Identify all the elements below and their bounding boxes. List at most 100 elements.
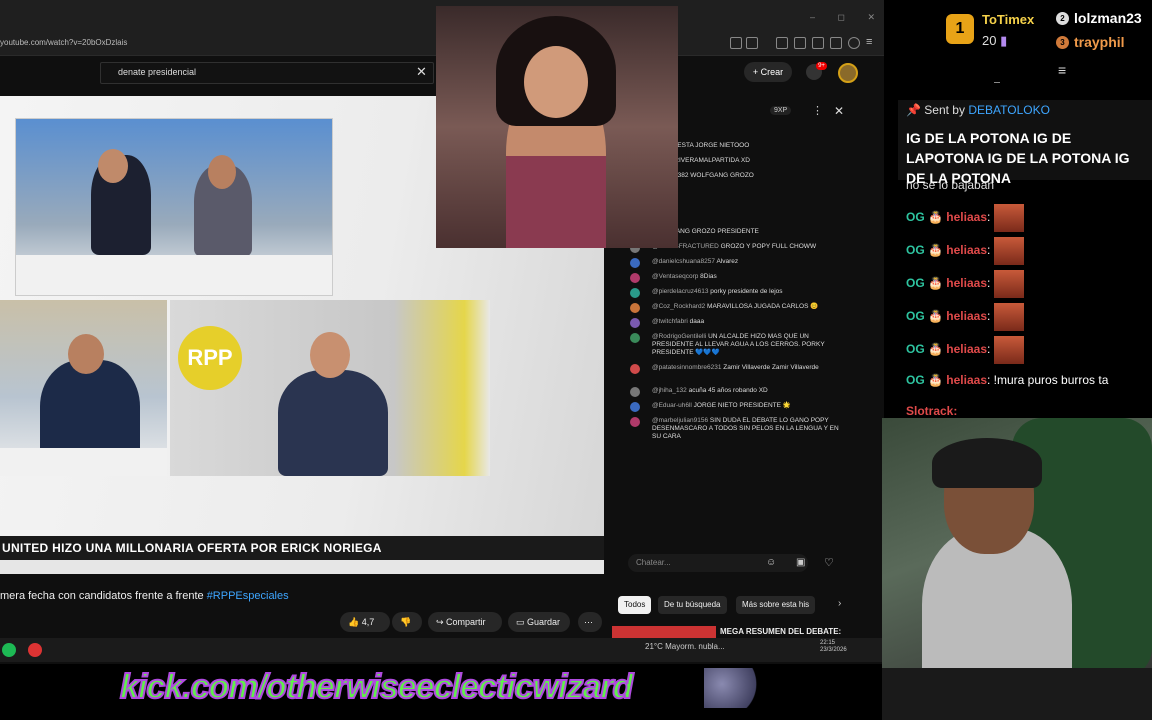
chat-text: MARAVILLOSA JUGADA CARLOS 😊 <box>707 303 819 310</box>
chat-input[interactable]: Chatear... <box>628 554 808 572</box>
weather-widget[interactable]: 21°C Mayorm. nubla... <box>645 642 725 651</box>
chevron-right-icon[interactable]: › <box>838 598 841 609</box>
chat-message: DONDE ESTA JORGE NIETOOO <box>652 142 848 150</box>
wizard-icon <box>704 668 764 708</box>
emote-image <box>993 237 1024 265</box>
collections-icon[interactable] <box>812 37 824 49</box>
extension-icon[interactable] <box>730 37 742 49</box>
facecam-overlay-bottom <box>882 418 1152 720</box>
chat-username: @RodrigoGentilelli <box>652 333 707 340</box>
related-thumbnail[interactable] <box>612 626 716 638</box>
chat-avatar[interactable] <box>630 258 640 268</box>
ticker-strip <box>0 560 604 574</box>
create-button[interactable]: + Crear <box>744 62 792 82</box>
chat-text: 8Dias <box>700 273 717 280</box>
top-gifter-count: 20 ▮ <box>982 33 1008 48</box>
video-panel-presenters <box>15 118 333 296</box>
og-badge-icon: OG <box>906 342 929 357</box>
chat-options-icon[interactable]: ⋮ <box>812 104 823 117</box>
heart-icon[interactable]: ♡ <box>824 556 834 569</box>
gifter-2-name: lolzman23 <box>1074 10 1142 26</box>
kick-username: heliaas <box>946 309 987 324</box>
chat-username: @twitchfabri <box>652 318 688 325</box>
search-query[interactable]: denate presidencial <box>118 67 196 77</box>
chat-username: @Ventaseqcorp <box>652 273 699 280</box>
cake-icon: 🎂 <box>928 373 947 387</box>
chat-text: acuña 45 años robando XD <box>688 387 768 394</box>
clock-date: 23/3/2026 <box>820 647 847 653</box>
gxp-badge: 9XP <box>770 106 792 115</box>
chat-close-icon[interactable]: ✕ <box>834 104 844 118</box>
hashtag-link[interactable]: #RPPEspeciales <box>207 590 289 602</box>
emote-image <box>993 270 1024 298</box>
extension-icon[interactable] <box>830 37 842 49</box>
chat-avatar[interactable] <box>630 333 640 343</box>
kick-username: heliaas <box>946 373 987 387</box>
gift-icon: ▮ <box>1000 33 1008 48</box>
emote-image <box>993 204 1024 232</box>
chat-message: @marbeljulian9156 SIN DUDA EL DEBATE LO … <box>652 417 848 441</box>
chat-avatar[interactable] <box>630 318 640 328</box>
clear-search-icon[interactable]: ✕ <box>416 64 427 80</box>
shield-icon[interactable] <box>848 37 860 49</box>
chat-avatar[interactable] <box>630 303 640 313</box>
extension-icon[interactable] <box>746 37 758 49</box>
kick-username: heliaas <box>946 210 987 225</box>
save-button[interactable]: ▭ Guardar <box>508 612 570 632</box>
chat-message: @twitchfabri daaa <box>652 318 848 326</box>
chrome-icon[interactable] <box>28 643 42 657</box>
chat-message: @Eduar-uh6ll JORGE NIETO PRESIDENTE 🌟 <box>652 402 848 410</box>
share-button[interactable]: ↪ Compartir <box>428 612 502 632</box>
filter-icon[interactable]: ≡ <box>1058 62 1066 78</box>
kick-chat-message: OG 🎂 heliaas: <box>906 270 1024 300</box>
kick-username: heliaas <box>946 276 987 291</box>
music-icon[interactable] <box>776 37 788 49</box>
more-button[interactable]: ⋯ <box>578 612 602 632</box>
emote-image <box>993 303 1024 331</box>
og-badge-icon: OG <box>906 309 929 324</box>
clock-time: 22:15 <box>820 640 836 646</box>
thumbs-down-icon: 👎 <box>400 617 412 627</box>
kick-url-banner: kick.com/otherwiseeclecticwizard <box>119 667 634 707</box>
chat-message: @Coz_Rockhard2 MARAVILLOSA JUGADA CARLOS… <box>652 303 848 311</box>
super-chat-icon[interactable]: ▣ <box>796 557 805 568</box>
chat-message: @pierdelacruz4613 porky presidente de le… <box>652 288 848 296</box>
sidebar-icon[interactable] <box>794 37 806 49</box>
chat-username: @jhiha_132 <box>652 387 687 394</box>
emoji-icon[interactable]: ☺ <box>766 557 776 568</box>
chat-username: @pierdelacruz4613 <box>652 288 709 295</box>
chat-avatar[interactable] <box>630 387 640 397</box>
chat-message: JAVIERRIVERAMALPARTIDA XD <box>652 157 848 165</box>
emote-image <box>993 336 1024 364</box>
og-badge-icon: OG <box>906 276 929 291</box>
chat-message: @RodrigoGentilelli UN ALCALDE HIZO MAS Q… <box>652 333 848 357</box>
like-button[interactable]: 👍 4,7 K <box>340 612 390 647</box>
chat-avatar[interactable] <box>630 273 640 283</box>
notification-badge: 9+ <box>816 62 827 70</box>
chip-all[interactable]: Todos <box>618 596 652 614</box>
spotify-icon[interactable] <box>2 643 16 657</box>
rpp-logo: RPP <box>178 326 242 390</box>
chip-from-search[interactable]: De tu búsqueda <box>658 596 727 614</box>
chat-avatar[interactable] <box>630 288 640 298</box>
related-title[interactable]: MEGA RESUMEN DEL DEBATE: <box>720 627 841 636</box>
window-controls[interactable]: – ◻ ✕ <box>810 12 885 23</box>
chat-avatar[interactable] <box>630 364 640 374</box>
thumbs-up-icon: 👍 <box>348 617 360 627</box>
dislike-button[interactable]: 👎 <box>392 612 422 632</box>
chat-avatar[interactable] <box>630 417 640 427</box>
chip-more[interactable]: Más sobre esta his <box>736 596 816 614</box>
top-gifter-badge: 1 <box>946 14 974 44</box>
chat-text: GROZO Y POPY FULL CHOWW <box>720 243 817 250</box>
chat-message: @Ventaseqcorp 8Dias <box>652 273 848 281</box>
rank-3-badge: 3 <box>1056 36 1069 49</box>
kick-chat-message: OG 🎂 heliaas: <box>906 336 1024 366</box>
avatar[interactable] <box>838 63 858 83</box>
clock[interactable]: 22:15 23/3/2026 <box>820 640 847 654</box>
chat-text: daaa <box>689 318 705 325</box>
url-text[interactable]: youtube.com/watch?v=20bOxDzlais <box>0 38 127 47</box>
og-badge-icon: OG <box>906 243 929 258</box>
chat-avatar[interactable] <box>630 402 640 412</box>
kick-chat-message: OG 🎂 heliaas: !mura puros burros ta <box>906 373 1109 387</box>
menu-icon[interactable]: ≡ <box>866 36 872 48</box>
